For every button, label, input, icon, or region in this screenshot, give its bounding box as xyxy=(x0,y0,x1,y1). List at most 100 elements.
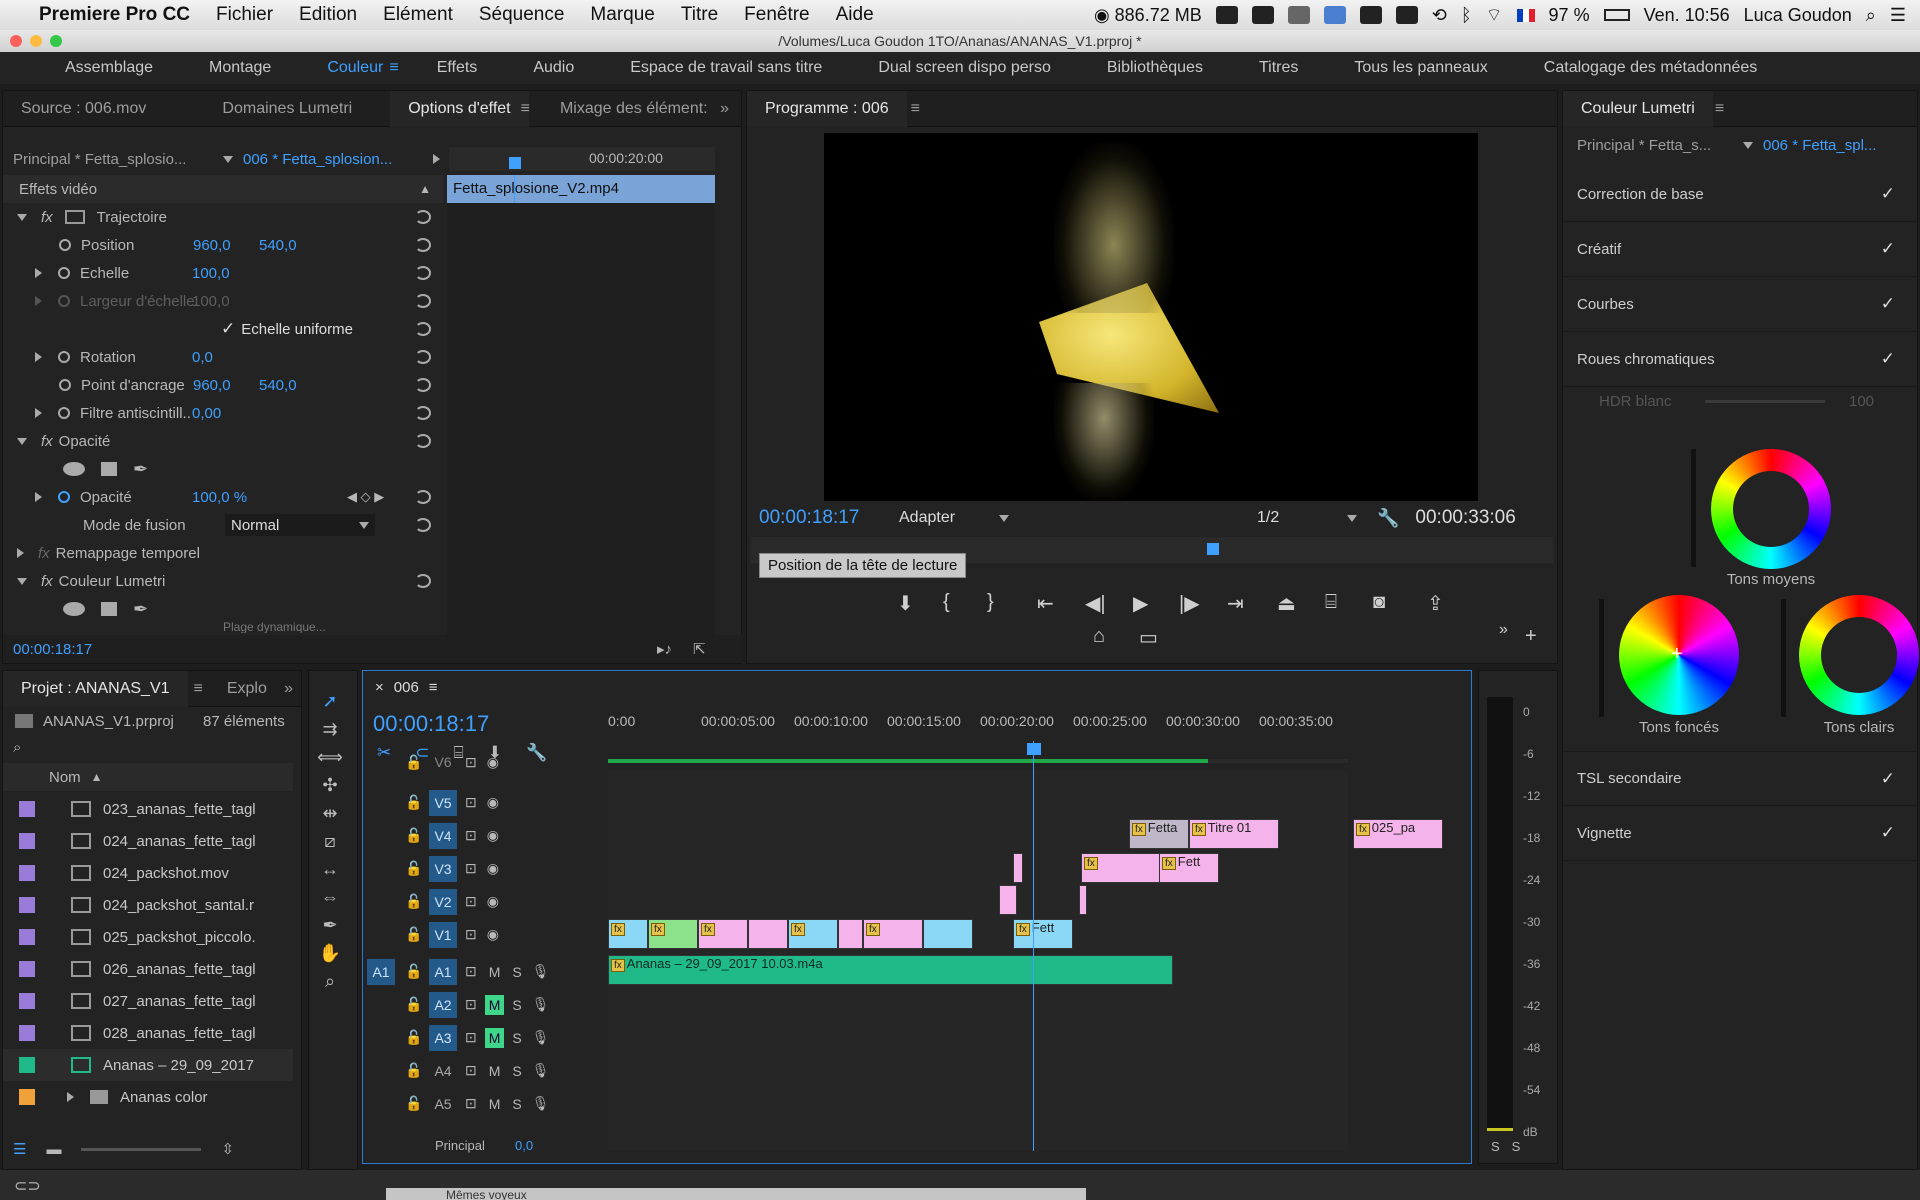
expand-icon[interactable] xyxy=(35,352,42,362)
insert-icon[interactable]: ⌂ xyxy=(1093,625,1105,648)
echelle-value[interactable]: 100,0 xyxy=(192,265,230,282)
sync-lock-icon[interactable]: ⊡ xyxy=(465,1095,477,1112)
lumetri-master[interactable]: Principal * Fetta_s... xyxy=(1577,137,1733,154)
clip-v3[interactable]: fx xyxy=(1081,853,1161,883)
slip-tool-icon[interactable]: ↔ xyxy=(317,859,343,881)
resolution-dropdown[interactable]: 1/2 xyxy=(1257,509,1357,527)
playhead-icon[interactable] xyxy=(1027,743,1041,755)
creative-cloud-icon[interactable] xyxy=(1215,6,1238,24)
tab-menu-icon[interactable]: ≡ xyxy=(521,100,530,118)
effect-playhead-icon[interactable] xyxy=(509,157,521,169)
mic-icon[interactable]: 🎙 xyxy=(532,1095,550,1112)
solo-button[interactable]: S xyxy=(1491,1139,1500,1154)
sync-lock-icon[interactable]: ⊡ xyxy=(465,996,477,1013)
project-item[interactable]: Ananas – 29_09_2017 xyxy=(3,1049,293,1081)
master-value[interactable]: 0,0 xyxy=(515,1138,533,1153)
label-color-swatch[interactable] xyxy=(19,801,35,817)
lock-icon[interactable]: 🔓 xyxy=(405,827,429,844)
eye-icon[interactable]: ◉ xyxy=(487,827,499,844)
section-vignette[interactable]: Vignette ✓ xyxy=(1563,806,1917,861)
enable-checkbox[interactable]: ✓ xyxy=(1881,349,1895,369)
spotlight-icon[interactable]: ⌕ xyxy=(1866,5,1876,26)
track-target[interactable]: A2 xyxy=(429,991,457,1018)
export-icon[interactable]: ⇱ xyxy=(693,640,706,658)
fit-dropdown[interactable]: Adapter xyxy=(899,509,1009,527)
program-timecode[interactable]: 00:00:18:17 xyxy=(759,507,899,529)
clip-v1[interactable] xyxy=(923,919,973,949)
flag-fr-icon[interactable] xyxy=(1516,8,1535,22)
zoom-tool-icon[interactable]: ⌕ xyxy=(317,971,343,993)
fx-icon[interactable]: fx xyxy=(41,433,53,450)
workspace-dual-screen[interactable]: Dual screen dispo perso xyxy=(850,59,1079,77)
user-menu[interactable]: Luca Goudon xyxy=(1744,5,1852,26)
lock-icon[interactable]: 🔓 xyxy=(405,893,429,910)
stopwatch-icon[interactable] xyxy=(58,407,70,419)
solo-button[interactable]: S xyxy=(512,997,521,1013)
mic-icon[interactable]: 🎙 xyxy=(532,996,550,1013)
close-sequence-icon[interactable]: × xyxy=(375,679,384,696)
effect-remappage[interactable]: fx Remappage temporel xyxy=(3,539,443,567)
position-y[interactable]: 540,0 xyxy=(259,237,297,254)
enable-checkbox[interactable]: ✓ xyxy=(1881,823,1895,843)
track-select-icon[interactable]: ⇉ xyxy=(317,719,343,741)
button-editor-icon[interactable]: ⇪ xyxy=(1427,591,1444,616)
workspace-sans-titre[interactable]: Espace de travail sans titre xyxy=(602,59,850,77)
project-item[interactable]: 023_ananas_fette_tagl xyxy=(3,793,293,825)
effect-clip-bar[interactable]: Fetta_splosione_V2.mp4 xyxy=(447,175,715,203)
enable-checkbox[interactable]: ✓ xyxy=(1881,769,1895,789)
tab-options-effet[interactable]: Options d'effet xyxy=(390,90,529,127)
reset-icon[interactable] xyxy=(415,266,431,280)
lock-icon[interactable]: 🔓 xyxy=(405,860,429,877)
project-item[interactable]: 028_ananas_fette_tagl xyxy=(3,1017,293,1049)
clip-v1[interactable]: fx xyxy=(608,919,648,949)
reset-icon[interactable] xyxy=(415,322,431,336)
add-button-icon[interactable]: + xyxy=(1525,625,1537,648)
minimize-window-button[interactable] xyxy=(30,35,42,47)
clip-dropdown-icon[interactable] xyxy=(223,155,233,163)
expand-icon[interactable] xyxy=(35,492,42,502)
reset-icon[interactable] xyxy=(415,490,431,504)
expand-icon[interactable] xyxy=(35,296,42,306)
track-target[interactable]: V4 xyxy=(429,822,457,849)
tab-domaines-lumetri[interactable]: Domaines Lumetri xyxy=(204,91,370,127)
clip-v4-packshot[interactable]: fx 025_pa xyxy=(1353,819,1443,849)
keyframe-nav-icon[interactable]: ◀ ◇ ▶ xyxy=(347,489,384,505)
label-color-swatch[interactable] xyxy=(19,929,35,945)
lock-icon[interactable]: 🔓 xyxy=(405,1062,429,1079)
tab-explo[interactable]: Explo xyxy=(209,671,285,707)
reset-icon[interactable] xyxy=(415,210,431,224)
effect-timecode[interactable]: 00:00:18:17 xyxy=(13,641,92,658)
more-controls-icon[interactable]: » xyxy=(1499,621,1508,639)
shadow-slider[interactable] xyxy=(1599,599,1604,717)
clip-dropdown-icon[interactable] xyxy=(1743,141,1753,149)
expand-icon[interactable] xyxy=(17,437,27,445)
lumetri-menu-icon[interactable]: ≡ xyxy=(1715,100,1724,118)
column-name[interactable]: Nom xyxy=(49,769,81,786)
project-menu-icon[interactable]: ≡ xyxy=(194,680,203,698)
enable-checkbox[interactable]: ✓ xyxy=(1881,239,1895,259)
go-to-out-icon[interactable]: ⇥ xyxy=(1227,591,1244,616)
solo-button[interactable]: S xyxy=(512,1096,521,1112)
rectangle-mask-icon[interactable] xyxy=(101,602,117,616)
midtone-slider[interactable] xyxy=(1691,449,1696,567)
zoom-window-button[interactable] xyxy=(50,35,62,47)
menu-marque[interactable]: Marque xyxy=(590,4,654,26)
track-header-v3[interactable]: 🔓 V3 ⊡ ◉ xyxy=(363,852,608,885)
workspace-assemblage[interactable]: Assemblage xyxy=(0,59,181,77)
mark-in-icon[interactable]: { xyxy=(943,591,950,614)
show-timeline-icon[interactable] xyxy=(433,154,440,164)
fx-icon[interactable]: fx xyxy=(41,573,53,590)
expand-icon[interactable] xyxy=(35,268,42,278)
menu-fenetre[interactable]: Fenêtre xyxy=(744,4,809,26)
track-target[interactable]: A4 xyxy=(429,1058,457,1084)
icon-view-icon[interactable]: ▬ xyxy=(46,1141,61,1158)
list-view-icon[interactable]: ☰ xyxy=(13,1140,26,1158)
rolling-edit-icon[interactable]: ✣ xyxy=(317,775,343,797)
label-color-swatch[interactable] xyxy=(19,833,35,849)
label-color-swatch[interactable] xyxy=(19,1089,35,1105)
ripple-edit-icon[interactable]: ⟺ xyxy=(317,747,343,769)
more-tabs-icon[interactable]: » xyxy=(284,680,293,698)
sort-icon[interactable]: ⇳ xyxy=(221,1140,234,1158)
settings-wrench-icon[interactable]: 🔧 xyxy=(1377,508,1399,529)
reset-icon[interactable] xyxy=(415,294,431,308)
